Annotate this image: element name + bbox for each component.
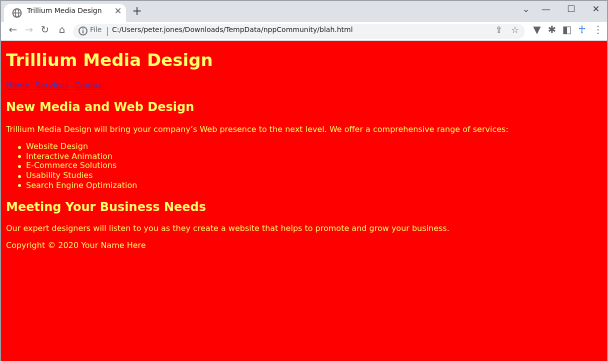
menu-icon[interactable]: ⋮ xyxy=(592,25,604,37)
browser-toolbar: ← → ↻ ⌂ File C:/Users/peter.jones/Downlo… xyxy=(1,22,607,41)
tab-active[interactable]: Trillium Media Design ✕ xyxy=(4,4,126,22)
file-label: File xyxy=(90,26,102,34)
chevron-down-icon[interactable]: ⌄ xyxy=(519,3,533,17)
url-text[interactable]: C:/Users/peter.jones/Downloads/TempData/… xyxy=(112,26,353,34)
info-icon[interactable] xyxy=(78,26,88,36)
section-heading: New Media and Web Design xyxy=(6,100,195,114)
close-icon[interactable]: ✕ xyxy=(112,6,124,18)
site-title: Trillium Media Design xyxy=(6,51,213,71)
maximize-button[interactable]: ☐ xyxy=(564,3,578,17)
business-paragraph: Our expert designers will listen to you … xyxy=(6,224,450,233)
home-button[interactable]: ⌂ xyxy=(56,25,68,37)
address-divider xyxy=(107,27,108,36)
nav-link-services[interactable]: Services xyxy=(35,81,69,90)
tab-title: Trillium Media Design xyxy=(27,7,102,15)
list-item: Website Design xyxy=(16,142,137,152)
address-bar[interactable]: File C:/Users/peter.jones/Downloads/Temp… xyxy=(73,24,525,39)
forward-button[interactable]: → xyxy=(23,25,35,37)
footer-copyright: Copyright © 2020 Your Name Here xyxy=(6,241,146,250)
share-icon[interactable]: ⇪ xyxy=(493,25,505,37)
nav-link-home[interactable]: Home xyxy=(6,81,30,90)
extension-icon[interactable]: ▼ xyxy=(531,25,543,37)
page-viewport: Trillium Media Design Home Services Cont… xyxy=(1,41,607,361)
section-heading: Meeting Your Business Needs xyxy=(6,200,206,214)
list-item: E-Commerce Solutions xyxy=(16,161,137,171)
tab-strip: Trillium Media Design ✕ + ⌄ — ☐ ✕ xyxy=(1,1,607,22)
services-list: Website Design Interactive Animation E-C… xyxy=(16,142,137,190)
list-item: Interactive Animation xyxy=(16,152,137,162)
reload-button[interactable]: ↻ xyxy=(39,25,51,37)
browser-window: Trillium Media Design ✕ + ⌄ — ☐ ✕ ← → ↻ … xyxy=(0,0,608,361)
list-item: Search Engine Optimization xyxy=(16,181,137,191)
globe-icon xyxy=(12,8,22,18)
intro-paragraph: Trillium Media Design will bring your co… xyxy=(6,125,509,134)
list-item: Usability Studies xyxy=(16,171,137,181)
back-button[interactable]: ← xyxy=(7,25,19,37)
new-tab-button[interactable]: + xyxy=(131,5,143,17)
profile-icon[interactable]: ☥ xyxy=(576,25,588,37)
bookmark-star-icon[interactable]: ☆ xyxy=(509,25,521,37)
side-panel-icon[interactable]: ◧ xyxy=(561,25,573,37)
puzzle-icon[interactable]: ✱ xyxy=(546,25,558,37)
nav-link-contact[interactable]: Contact xyxy=(74,81,105,90)
minimize-button[interactable]: — xyxy=(539,3,553,17)
close-window-button[interactable]: ✕ xyxy=(589,3,603,17)
site-nav: Home Services Contact xyxy=(6,81,106,90)
